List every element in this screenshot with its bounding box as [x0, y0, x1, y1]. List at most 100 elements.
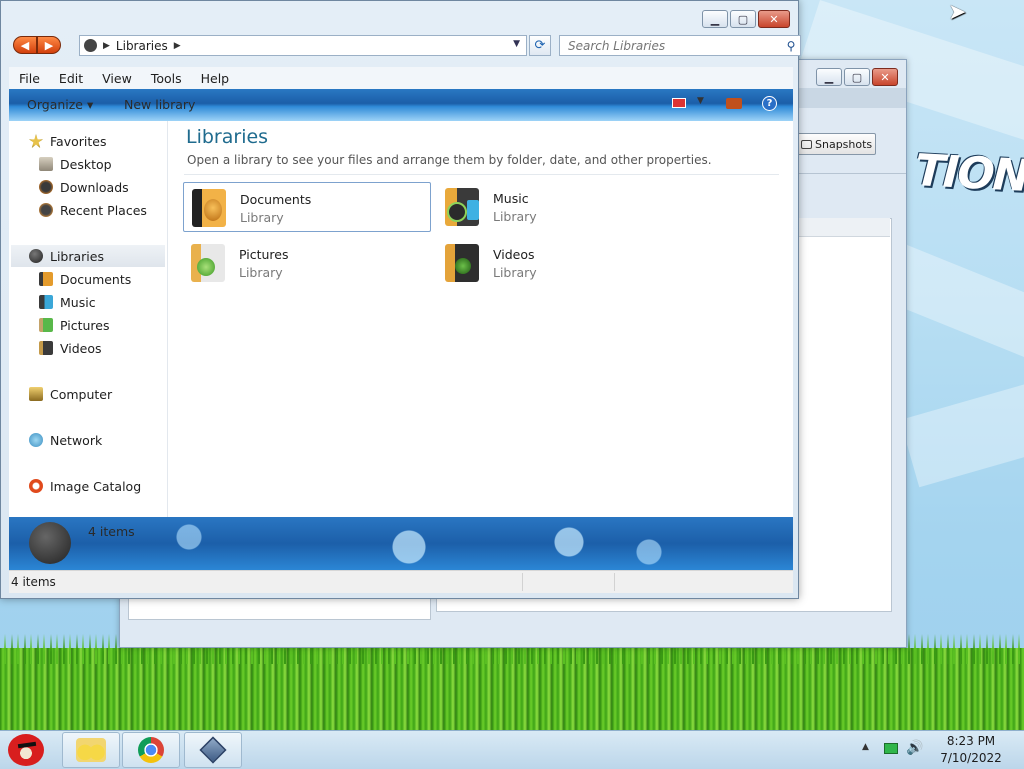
address-dropdown-icon[interactable]: ▼ — [513, 39, 520, 49]
refresh-button[interactable]: ⟳ — [529, 35, 551, 56]
clock-date: 7/10/2022 — [940, 751, 1002, 765]
sidebar-item-label: Network — [50, 432, 103, 448]
clock-time: 8:23 PM — [946, 734, 996, 748]
library-name: Music — [493, 191, 529, 206]
view-dropdown-icon[interactable]: ▼ — [697, 96, 704, 106]
maximize-button[interactable]: ▢ — [730, 10, 756, 28]
status-item-count: 4 items — [11, 575, 56, 589]
sidebar-item-label: Recent Places — [60, 202, 147, 218]
explorer-window[interactable]: ▁ ▢ ✕ ◀ ▶ ▶ Libraries ▶ ▼ ⟳ ⚲ File Edit … — [0, 0, 801, 599]
minimize-button[interactable]: ▁ — [816, 68, 842, 86]
nav-arrows: ◀ ▶ — [13, 36, 61, 54]
forward-button[interactable]: ▶ — [37, 36, 61, 54]
grass-wallpaper — [0, 648, 1024, 730]
search-input[interactable] — [560, 37, 782, 54]
status-divider — [522, 573, 523, 591]
library-name: Videos — [493, 247, 535, 262]
sidebar-item-documents[interactable]: Documents — [39, 268, 131, 290]
network-tray-icon[interactable] — [884, 743, 898, 754]
star-icon — [29, 134, 43, 148]
organize-button[interactable]: Organize ▾ — [27, 97, 93, 112]
desktop-logo-text: TION — [913, 145, 1024, 202]
page-title: Libraries — [186, 126, 269, 148]
sidebar-item-image-catalog[interactable]: Image Catalog — [29, 475, 141, 497]
clock[interactable]: 8:23 PM 7/10/2022 — [932, 733, 1010, 767]
close-button[interactable]: ✕ — [872, 68, 898, 86]
documents-library-icon — [192, 187, 228, 229]
image-catalog-icon — [29, 479, 43, 493]
status-divider — [614, 573, 615, 591]
start-button[interactable] — [2, 731, 52, 769]
maximize-button[interactable]: ▢ — [844, 68, 870, 86]
content-pane: Libraries Open a library to see your fil… — [168, 121, 793, 517]
back-button[interactable]: ◀ — [13, 36, 37, 54]
sidebar-item-videos[interactable]: Videos — [39, 337, 102, 359]
details-pane: 4 items — [9, 517, 793, 570]
show-hidden-icons-icon[interactable]: ▲ — [862, 742, 869, 752]
taskbar-virtualbox-button[interactable] — [184, 732, 242, 768]
library-name: Pictures — [239, 247, 289, 262]
taskbar: ▲ 🔊 8:23 PM 7/10/2022 — [0, 730, 1024, 769]
sidebar-item-libraries[interactable]: Libraries — [11, 245, 165, 267]
search-icon[interactable]: ⚲ — [782, 39, 800, 53]
sidebar-item-network[interactable]: Network — [29, 429, 102, 451]
taskbar-chrome-button[interactable] — [122, 732, 180, 768]
documents-icon — [39, 272, 53, 286]
change-view-icon[interactable] — [672, 98, 686, 108]
downloads-icon — [39, 180, 53, 194]
close-button[interactable]: ✕ — [758, 10, 790, 28]
libraries-large-icon — [29, 522, 71, 564]
library-item-videos[interactable]: Videos Library — [437, 238, 685, 288]
menu-file[interactable]: File — [9, 71, 49, 86]
sidebar-item-downloads[interactable]: Downloads — [39, 176, 129, 198]
menu-help[interactable]: Help — [191, 71, 239, 86]
taskbar-explorer-button[interactable] — [62, 732, 120, 768]
sidebar-item-favorites[interactable]: Favorites — [29, 130, 106, 152]
library-item-music[interactable]: Music Library — [437, 182, 685, 232]
details-item-count: 4 items — [88, 524, 135, 539]
volume-icon[interactable]: 🔊 — [906, 740, 923, 756]
libraries-icon — [29, 249, 43, 263]
camera-icon — [801, 139, 812, 149]
page-subtitle: Open a library to see your files and arr… — [187, 153, 712, 167]
library-name: Documents — [240, 192, 312, 207]
sidebar-item-pictures[interactable]: Pictures — [39, 314, 110, 336]
snapshots-button[interactable]: Snapshots — [796, 133, 876, 155]
breadcrumb-chevron-icon[interactable]: ▶ — [174, 41, 181, 51]
library-item-documents[interactable]: Documents Library — [183, 182, 431, 232]
help-icon[interactable]: ? — [762, 96, 777, 111]
search-box[interactable]: ⚲ — [559, 35, 801, 56]
new-library-button[interactable]: New library — [124, 97, 195, 112]
sidebar-item-label: Favorites — [50, 133, 107, 149]
sidebar-item-label: Image Catalog — [50, 478, 142, 494]
minimize-button[interactable]: ▁ — [702, 10, 728, 28]
sidebar-item-music[interactable]: Music — [39, 291, 96, 313]
sidebar-item-recent-places[interactable]: Recent Places — [39, 199, 147, 221]
sidebar-item-computer[interactable]: Computer — [29, 383, 112, 405]
videos-icon — [39, 341, 53, 355]
pictures-library-icon — [191, 242, 227, 284]
sidebar-item-desktop[interactable]: Desktop — [39, 153, 112, 175]
sidebar-item-label: Videos — [60, 340, 102, 356]
libraries-icon — [84, 39, 97, 52]
pictures-icon — [39, 318, 53, 332]
sidebar-item-label: Documents — [60, 271, 132, 287]
menu-bar: File Edit View Tools Help — [9, 67, 793, 90]
desktop-icon — [39, 157, 53, 171]
breadcrumb-libraries[interactable]: Libraries — [116, 39, 168, 53]
menu-tools[interactable]: Tools — [141, 71, 191, 86]
navigation-bar: ◀ ▶ ▶ Libraries ▶ ▼ ⟳ ⚲ — [11, 34, 801, 58]
menu-edit[interactable]: Edit — [49, 71, 92, 86]
address-bar[interactable]: ▶ Libraries ▶ ▼ — [79, 35, 527, 56]
network-icon — [29, 433, 43, 447]
preview-pane-icon[interactable] — [726, 98, 742, 109]
sidebar-item-label: Libraries — [50, 248, 104, 264]
refresh-icon: ⟳ — [534, 38, 546, 53]
library-kind: Library — [493, 265, 537, 280]
videos-library-icon — [445, 242, 481, 284]
library-kind: Library — [239, 265, 283, 280]
breadcrumb-chevron-icon[interactable]: ▶ — [103, 41, 110, 51]
sidebar-item-label: Music — [60, 294, 96, 310]
menu-view[interactable]: View — [92, 71, 141, 86]
library-item-pictures[interactable]: Pictures Library — [183, 238, 431, 288]
